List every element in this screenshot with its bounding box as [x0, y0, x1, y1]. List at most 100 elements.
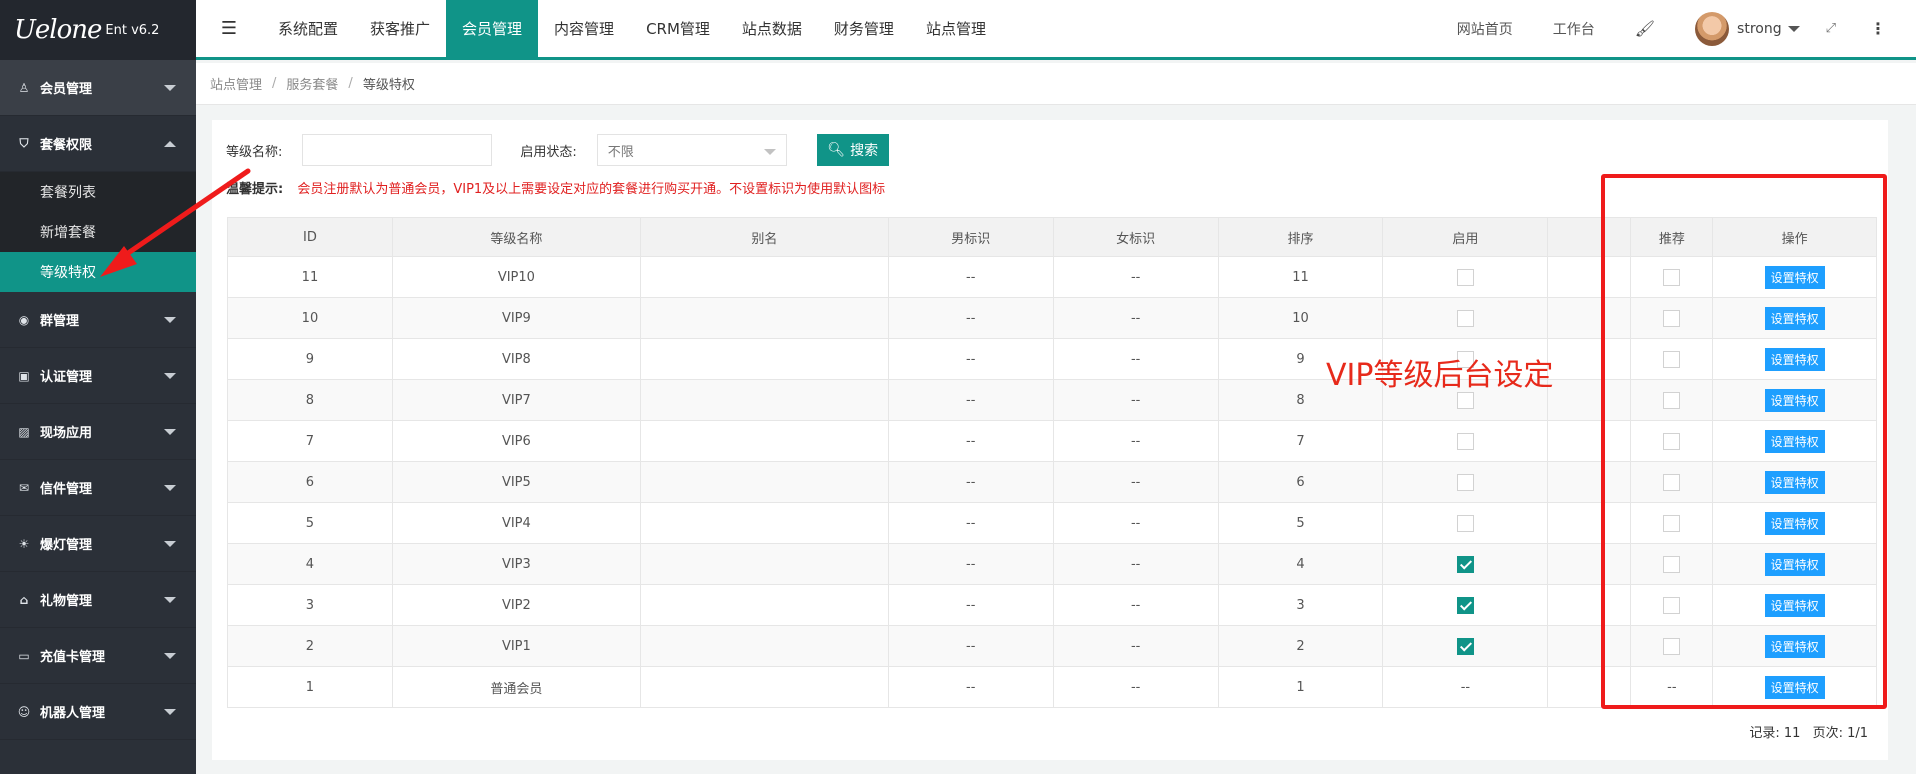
annotation-highlight-box	[1601, 174, 1887, 709]
nav-tab[interactable]: 会员管理	[446, 0, 539, 57]
nav-tab[interactable]: 获客推广	[354, 0, 446, 57]
column-header: 启用	[1382, 217, 1549, 257]
cell-male-badge: --	[887, 543, 1054, 585]
search-button[interactable]: 🔍︎ 搜索	[816, 134, 889, 166]
sidebar-subitem[interactable]: 套餐列表	[0, 172, 196, 212]
cell-id: 1	[227, 666, 393, 708]
cell-sort: 4	[1217, 543, 1384, 585]
status-select[interactable]: 不限	[596, 134, 787, 166]
cell-id: 8	[227, 379, 393, 421]
site-home-link[interactable]: 网站首页	[1457, 19, 1513, 39]
enabled-checkbox[interactable]	[1456, 432, 1474, 450]
cell-id: 6	[227, 461, 393, 503]
cell-female-badge: --	[1052, 297, 1219, 339]
nav-tab[interactable]: 内容管理	[538, 0, 630, 57]
sidebar-item-label: 现场应用	[40, 426, 93, 441]
cell-female-badge: --	[1052, 338, 1219, 380]
annotation-label: VIP等级后台设定	[1326, 358, 1554, 393]
sidebar-item[interactable]: ▨ 现场应用	[0, 404, 196, 460]
enabled-checkbox[interactable]	[1456, 309, 1474, 327]
chevron-down-icon[interactable]	[1787, 25, 1800, 32]
cell-sort: 11	[1217, 256, 1384, 298]
enabled-checkbox[interactable]	[1456, 555, 1474, 573]
avatar[interactable]	[1695, 11, 1730, 46]
cell-alias	[639, 297, 889, 339]
tip-label: 温馨提示:	[226, 182, 284, 197]
enabled-checkbox[interactable]	[1456, 268, 1474, 286]
tip-notice: 温馨提示: 会员注册默认为普通会员，VIP1及以上需要设定对应的套餐进行购买开通…	[226, 178, 885, 197]
sidebar: Uelone Ent v6.2 ♙ 会员管理 ⛉ 套餐权限 套餐列表 新增套餐等级特权 ◉ 群…	[0, 0, 196, 774]
cell-sort: 2	[1217, 625, 1384, 667]
chevron-down-icon	[164, 597, 176, 603]
cell-alias	[639, 543, 889, 585]
cell-female-badge: --	[1052, 543, 1219, 585]
sidebar-item[interactable]: ⛉ 套餐权限	[0, 116, 196, 172]
cell-level-name: VIP7	[391, 379, 641, 421]
sidebar-item[interactable]: ⌂ 礼物管理	[0, 572, 196, 628]
chevron-down-icon	[164, 373, 176, 379]
enabled-checkbox[interactable]	[1456, 514, 1474, 532]
clear-cache-icon[interactable]: 🖌	[1635, 19, 1655, 38]
enabled-checkbox[interactable]	[1456, 637, 1474, 655]
menu-fold-icon[interactable]: ☰	[196, 0, 262, 57]
cell-female-badge: --	[1052, 625, 1219, 667]
cell-enabled	[1382, 543, 1549, 585]
cell-sort: 10	[1217, 297, 1384, 339]
nav-tab[interactable]: 财务管理	[818, 0, 910, 57]
nav-tab[interactable]: 系统配置	[262, 0, 354, 57]
workbench-link[interactable]: 工作台	[1553, 19, 1595, 39]
sidebar-subitem-label: 等级特权	[40, 265, 96, 281]
sidebar-subitem[interactable]: 等级特权	[0, 252, 196, 292]
card-icon: ▭	[18, 648, 30, 663]
sidebar-item[interactable]: ♙ 会员管理	[0, 60, 196, 116]
cell-id: 10	[227, 297, 393, 339]
app-logo[interactable]: Uelone Ent v6.2	[0, 0, 196, 60]
breadcrumb-item[interactable]: 服务套餐	[286, 74, 338, 93]
nav-tab[interactable]: 站点管理	[910, 0, 1002, 57]
breadcrumb-item[interactable]: 站点管理	[210, 74, 262, 93]
sidebar-item[interactable]: ◉ 群管理	[0, 292, 196, 348]
cell-female-badge: --	[1052, 420, 1219, 462]
cell-id: 7	[227, 420, 393, 462]
cell-id: 9	[227, 338, 393, 380]
search-button-label: 搜索	[850, 143, 879, 159]
chevron-down-icon	[164, 541, 176, 547]
sidebar-item[interactable]: ✉ 信件管理	[0, 460, 196, 516]
target-icon: ◉	[18, 312, 30, 327]
level-name-input[interactable]	[302, 134, 493, 166]
sidebar-item[interactable]: ▭ 充值卡管理	[0, 628, 196, 684]
sidebar-subitem[interactable]: 新增套餐	[0, 212, 196, 252]
enabled-checkbox[interactable]	[1456, 596, 1474, 614]
sidebar-item[interactable]: ▣ 认证管理	[0, 348, 196, 404]
column-header: 排序	[1217, 217, 1384, 257]
cell-id: 11	[227, 256, 393, 298]
breadcrumb-separator: /	[348, 76, 353, 91]
nav-tab-label: 内容管理	[554, 20, 615, 38]
sidebar-item-label: 套餐权限	[40, 138, 93, 153]
cell-alias	[639, 256, 889, 298]
cell-level-name: VIP1	[391, 625, 641, 667]
cell-sort: 5	[1217, 502, 1384, 544]
cell-enabled	[1382, 584, 1549, 626]
nav-tab-label: 站点数据	[741, 20, 802, 38]
enabled-checkbox[interactable]	[1456, 391, 1474, 409]
sidebar-item-label: 充值卡管理	[40, 650, 106, 665]
cell-alias	[639, 502, 889, 544]
cell-enabled	[1382, 502, 1549, 544]
cell-level-name: VIP5	[391, 461, 641, 503]
cell-sort: 1	[1217, 666, 1384, 708]
user-name[interactable]: strong	[1737, 21, 1782, 37]
nav-tab[interactable]: CRM管理	[630, 0, 726, 57]
fullscreen-icon[interactable]: ⤢	[1826, 21, 1836, 36]
sidebar-item[interactable]: ☀ 爆灯管理	[0, 516, 196, 572]
page-info: 页次: 1/1	[1812, 726, 1868, 741]
enabled-checkbox[interactable]	[1456, 473, 1474, 491]
nav-tab[interactable]: 站点数据	[726, 0, 818, 57]
cell-level-name: VIP3	[391, 543, 641, 585]
sidebar-item-label: 认证管理	[40, 370, 93, 385]
breadcrumb-separator: /	[272, 76, 277, 91]
status-select-value: 不限	[607, 144, 634, 160]
more-vertical-icon[interactable]: ⋮	[1870, 19, 1886, 38]
sidebar-item[interactable]: ☺ 机器人管理	[0, 684, 196, 740]
cell-id: 3	[227, 584, 393, 626]
